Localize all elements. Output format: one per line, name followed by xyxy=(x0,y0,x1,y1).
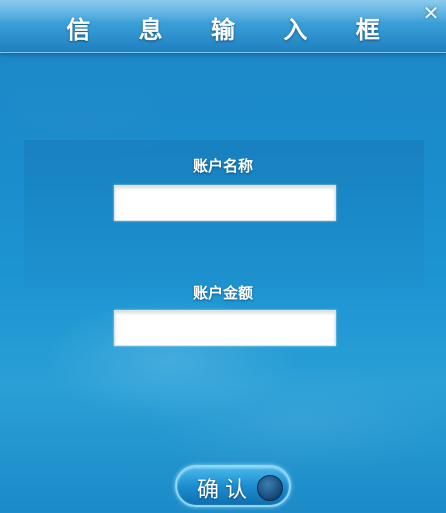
close-icon[interactable]: ✕ xyxy=(420,2,442,24)
account-name-input[interactable] xyxy=(114,185,336,221)
confirm-button[interactable]: 确认 xyxy=(175,465,291,507)
account-amount-label: 账户金额 xyxy=(192,284,253,302)
dialog-title: 信 息 输 入 框 xyxy=(66,16,400,44)
circle-icon xyxy=(257,475,283,501)
title-bar: 信 息 输 入 框 ✕ xyxy=(0,0,446,53)
account-amount-input[interactable] xyxy=(114,310,336,346)
info-input-dialog: 信 息 输 入 框 ✕ 账户名称 账户金额 确认 xyxy=(0,0,446,513)
confirm-button-label: 确认 xyxy=(197,478,254,503)
account-name-label: 账户名称 xyxy=(192,157,253,175)
